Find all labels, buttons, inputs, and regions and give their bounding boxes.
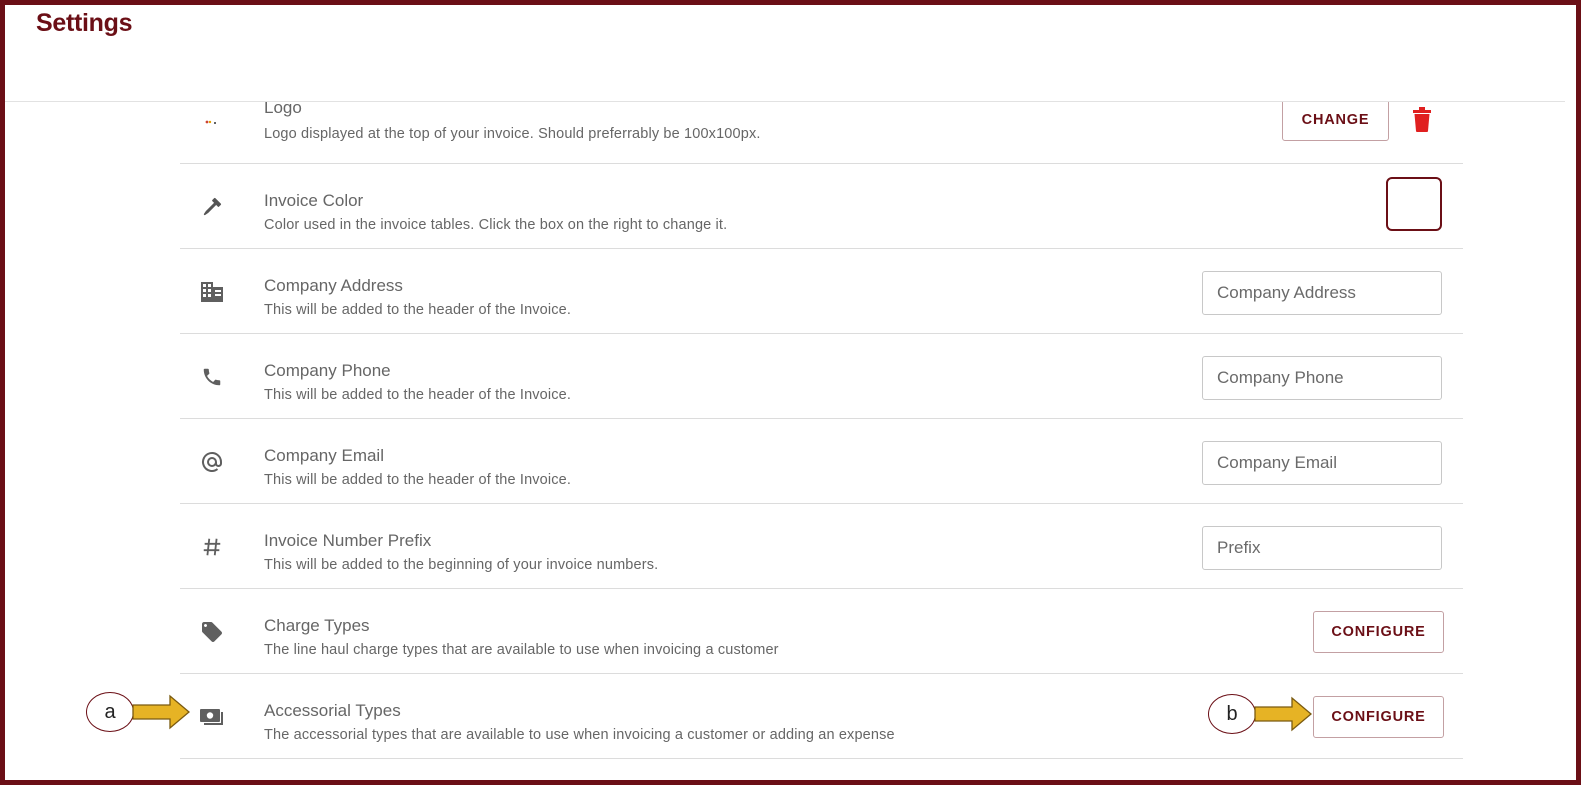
invoice-color-picker[interactable] — [1386, 177, 1442, 231]
setting-description: This will be added to the header of the … — [264, 472, 572, 488]
invoice-prefix-input[interactable] — [1202, 526, 1442, 570]
setting-description: The line haul charge types that are avai… — [264, 642, 779, 658]
setting-description: This will be added to the header of the … — [264, 302, 572, 318]
configure-accessorial-types-button[interactable]: CONFIGURE — [1313, 696, 1444, 738]
page-header: Settings — [0, 0, 1565, 102]
callout-b-arrow — [1254, 696, 1313, 732]
setting-title: Company Address — [264, 276, 403, 295]
eyedropper-icon — [198, 193, 226, 221]
company-phone-input[interactable] — [1202, 356, 1442, 400]
setting-row-company-phone: Company Phone This will be added to the … — [180, 333, 1463, 419]
change-logo-button[interactable]: CHANGE — [1282, 99, 1389, 141]
setting-row-company-address: Company Address This will be added to th… — [180, 248, 1463, 334]
setting-title: Accessorial Types — [264, 701, 401, 720]
setting-title: Invoice Number Prefix — [264, 531, 432, 550]
setting-description: The accessorial types that are available… — [264, 727, 895, 743]
settings-list: Logo Logo displayed at the top of your i… — [180, 78, 1463, 778]
tag-icon — [198, 618, 226, 646]
callout-a-arrow — [132, 694, 191, 730]
building-icon — [198, 278, 226, 306]
setting-row-company-email: Company Email This will be added to the … — [180, 418, 1463, 504]
callout-a-label: a — [86, 692, 134, 732]
setting-description: This will be added to the beginning of y… — [264, 557, 659, 573]
phone-icon — [198, 363, 226, 391]
page-title: Settings — [36, 9, 133, 37]
setting-title: Charge Types — [264, 616, 370, 635]
setting-title: Company Email — [264, 446, 384, 465]
hash-icon — [198, 533, 226, 561]
company-email-input[interactable] — [1202, 441, 1442, 485]
setting-title: Company Phone — [264, 361, 391, 380]
setting-description: Logo displayed at the top of your invoic… — [264, 126, 761, 142]
callout-b-label: b — [1208, 694, 1256, 734]
money-icon — [198, 703, 226, 731]
logo-image-icon — [198, 108, 226, 136]
at-icon — [198, 448, 226, 476]
setting-title: Invoice Color — [264, 191, 364, 210]
setting-description: This will be added to the header of the … — [264, 387, 572, 403]
setting-row-invoice-color: Invoice Color Color used in the invoice … — [180, 163, 1463, 249]
setting-description: Color used in the invoice tables. Click … — [264, 217, 728, 233]
setting-row-charge-types: Charge Types The line haul charge types … — [180, 588, 1463, 674]
trash-icon[interactable] — [1411, 107, 1433, 133]
configure-charge-types-button[interactable]: CONFIGURE — [1313, 611, 1444, 653]
setting-row-invoice-prefix: Invoice Number Prefix This will be added… — [180, 503, 1463, 589]
company-address-input[interactable] — [1202, 271, 1442, 315]
